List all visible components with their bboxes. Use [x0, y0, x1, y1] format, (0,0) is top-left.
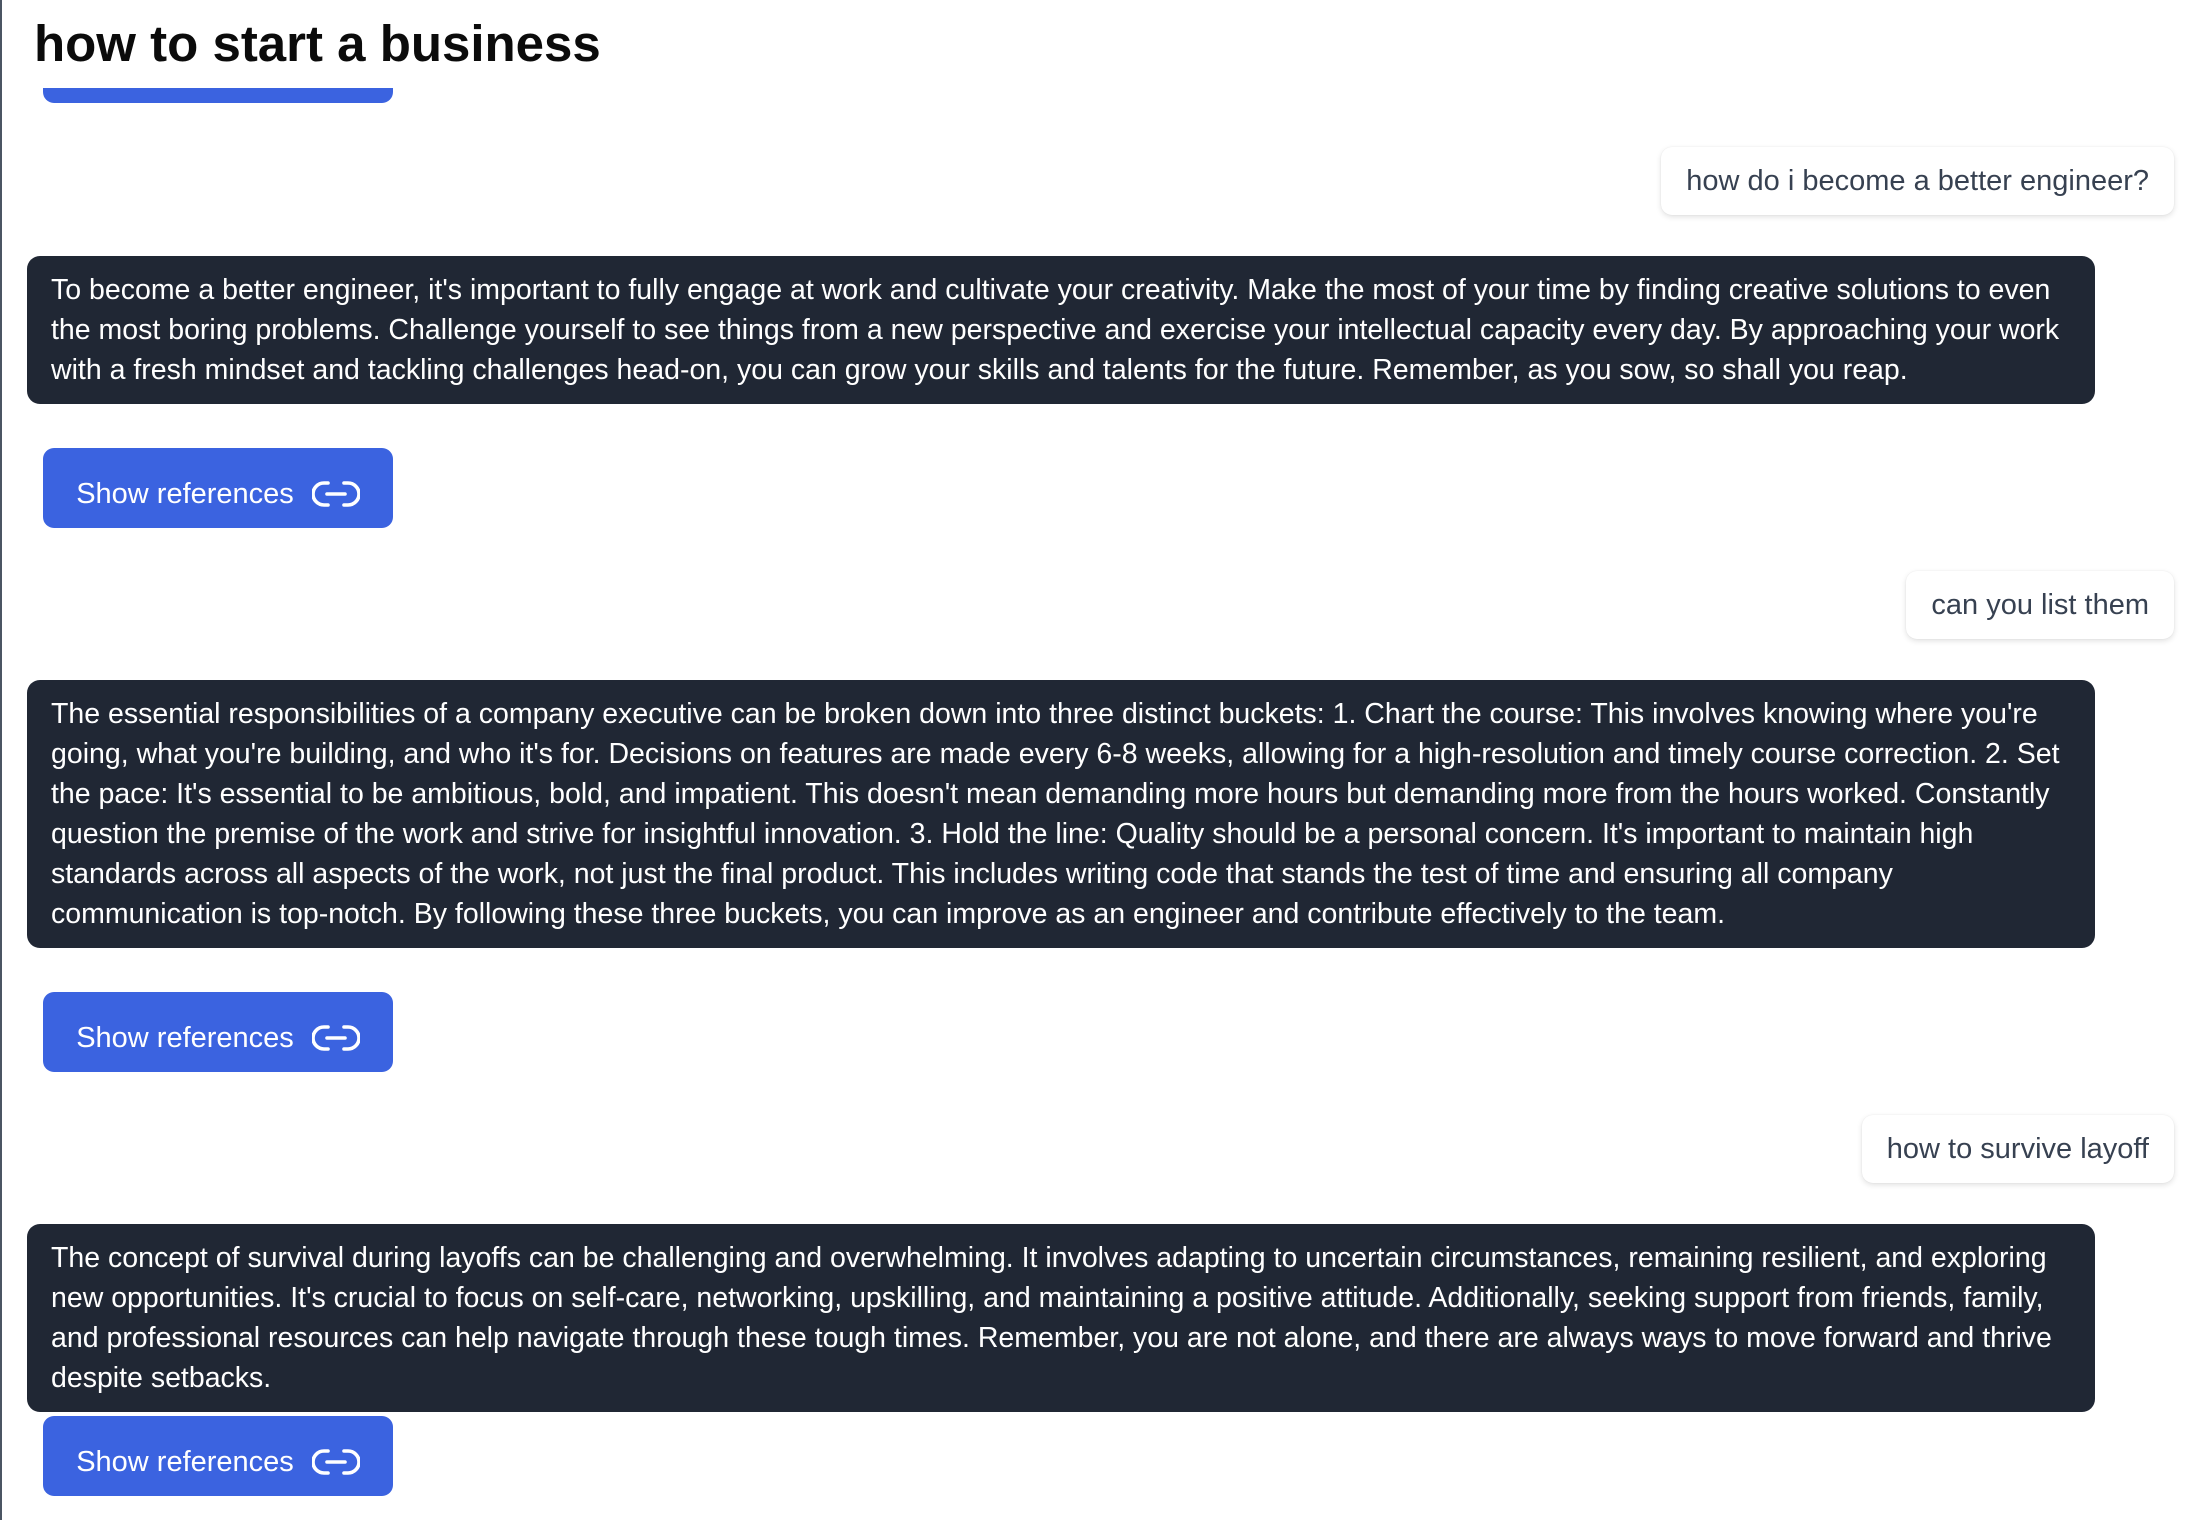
user-message: can you list them [1906, 571, 2174, 639]
link-icon [311, 481, 360, 507]
show-references-label: Show references [76, 1445, 294, 1478]
assistant-message: The essential responsibilities of a comp… [27, 680, 2095, 948]
assistant-message: To become a better engineer, it's import… [27, 256, 2095, 404]
show-references-label: Show references [76, 1021, 294, 1054]
page-title: how to start a business [34, 15, 601, 72]
show-references-button[interactable]: Show references [43, 448, 393, 528]
show-references-button[interactable]: Show references [43, 1416, 393, 1496]
show-references-button-partial[interactable] [43, 88, 393, 103]
show-references-button[interactable]: Show references [43, 992, 393, 1072]
user-message: how do i become a better engineer? [1661, 147, 2174, 215]
link-icon [311, 1449, 360, 1475]
link-icon [311, 1025, 360, 1051]
assistant-message: The concept of survival during layoffs c… [27, 1224, 2095, 1412]
user-message: how to survive layoff [1861, 1115, 2174, 1183]
show-references-label: Show references [76, 477, 294, 510]
chat-window: how to start a business how do i become … [0, 0, 2200, 1520]
